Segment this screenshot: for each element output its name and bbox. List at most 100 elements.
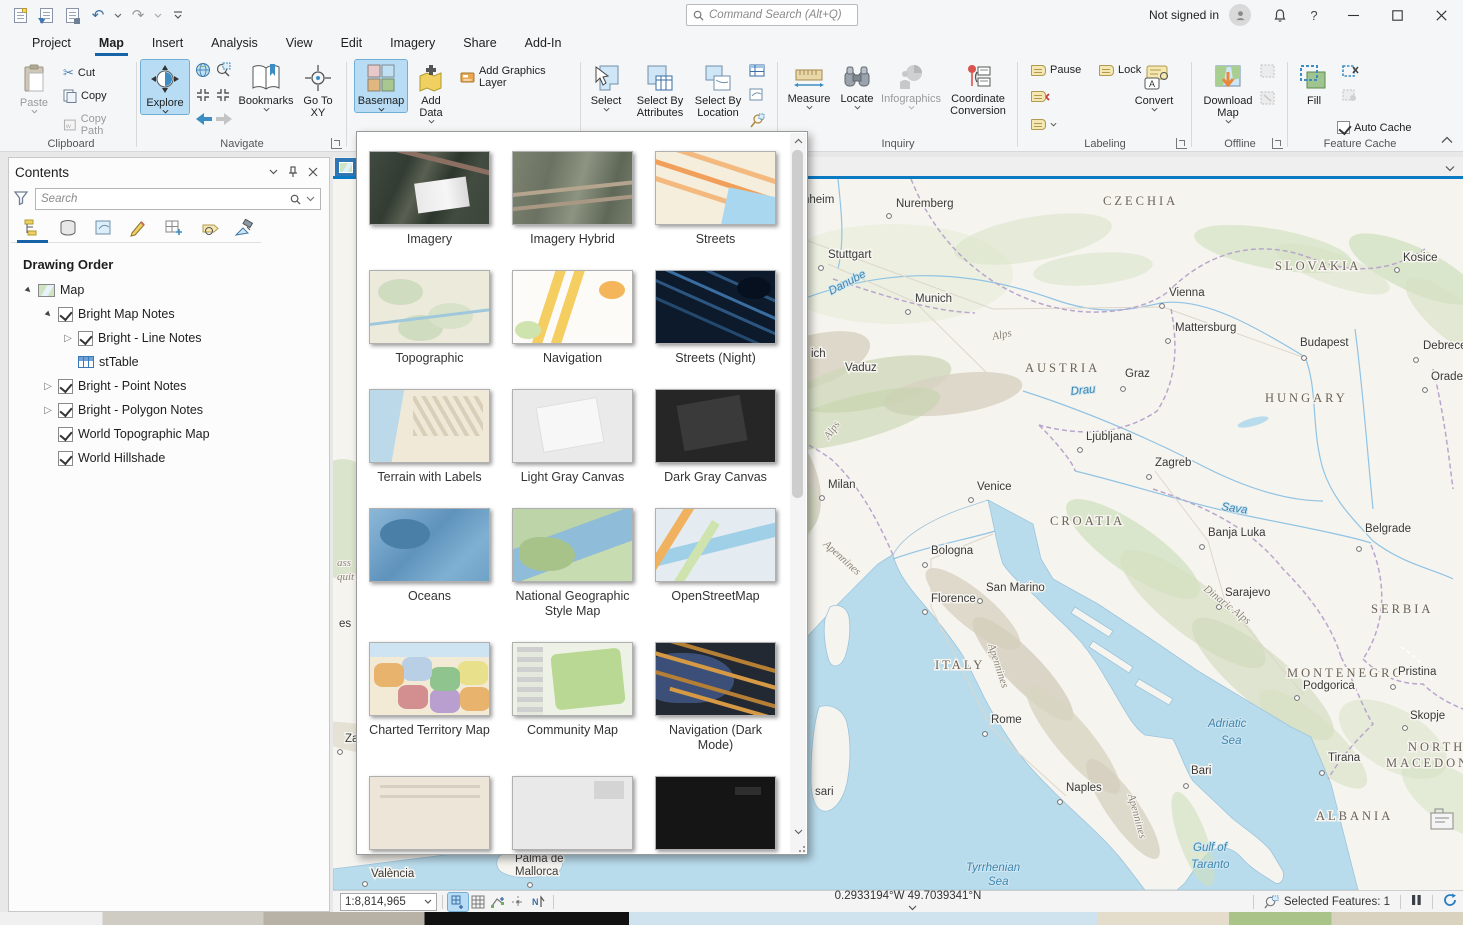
maximize-button[interactable] xyxy=(1375,0,1419,30)
basemap-option-partial-1[interactable] xyxy=(369,776,490,850)
download-map-button[interactable]: Download Map xyxy=(1200,60,1256,124)
layer-visibility-checkbox[interactable] xyxy=(58,403,73,418)
basemap-option-partial-3[interactable] xyxy=(655,776,776,850)
layer-tree-item-world-hillshade[interactable]: World Hillshade xyxy=(23,446,329,470)
tab-list-by-perspective[interactable] xyxy=(234,218,257,242)
basemap-option-oceans[interactable]: Oceans xyxy=(369,508,490,619)
ribbon-tab-view[interactable]: View xyxy=(272,32,327,56)
basemap-option-navigation-dark-mode[interactable]: Navigation (Dark Mode) xyxy=(655,642,776,753)
labeling-dialog-launcher-icon[interactable] xyxy=(1176,138,1187,149)
measure-button[interactable]: Measure xyxy=(784,60,834,110)
customize-qat-icon[interactable] xyxy=(168,5,188,25)
basemap-option-dark-gray-canvas[interactable]: Dark Gray Canvas xyxy=(655,389,776,485)
select-by-attributes-button[interactable]: Select By Attributes xyxy=(631,60,689,119)
fixed-zoom-out-icon[interactable] xyxy=(215,87,235,106)
tab-list-by-drawing-order[interactable] xyxy=(21,218,44,242)
fill-cache-button[interactable]: Fill xyxy=(1294,60,1334,107)
basemap-option-partial-2[interactable] xyxy=(512,776,633,850)
locate-button[interactable]: Locate xyxy=(836,60,878,110)
ribbon-tab-insert[interactable]: Insert xyxy=(138,32,197,56)
ribbon-tab-analysis[interactable]: Analysis xyxy=(197,32,272,56)
offline-dialog-launcher-icon[interactable] xyxy=(1272,138,1283,149)
coordinate-conversion-button[interactable]: Coordinate Conversion xyxy=(944,60,1012,117)
basemap-option-openstreetmap[interactable]: OpenStreetMap xyxy=(655,508,776,619)
edit-vertices-button[interactable] xyxy=(488,893,508,911)
basemap-option-national-geographic-style-map[interactable]: National Geographic Style Map xyxy=(512,508,633,619)
basemap-option-community-map[interactable]: Community Map xyxy=(512,642,633,753)
ribbon-tab-map[interactable]: Map xyxy=(85,32,138,56)
fixed-zoom-in-icon[interactable] xyxy=(195,87,215,106)
zoom-to-selection-icon[interactable] xyxy=(215,62,235,81)
filter-icon[interactable] xyxy=(13,190,31,208)
redo-chevron-icon[interactable] xyxy=(154,11,162,19)
minimize-button[interactable] xyxy=(1331,0,1375,30)
undo-button[interactable]: ↶ xyxy=(88,5,108,25)
previous-extent-icon[interactable] xyxy=(195,112,215,129)
next-extent-icon[interactable] xyxy=(215,112,235,129)
full-extent-globe-icon[interactable] xyxy=(195,62,215,81)
layer-visibility-checkbox[interactable] xyxy=(78,331,93,346)
scroll-down-icon[interactable] xyxy=(790,824,806,839)
pause-labeling-button[interactable]: Pause xyxy=(1028,63,1084,77)
layer-tree-item-bright-line-notes[interactable]: ▷Bright - Line Notes xyxy=(23,326,329,350)
more-labeling-button[interactable] xyxy=(1028,118,1060,131)
tab-list-by-selection[interactable] xyxy=(92,218,115,242)
layer-visibility-checkbox[interactable] xyxy=(58,307,73,322)
pause-drawing-button[interactable] xyxy=(1411,894,1422,909)
selected-features-count[interactable]: Selected Features: 1 xyxy=(1284,896,1390,908)
expander-expanded-icon[interactable]: ▼ xyxy=(21,283,35,297)
pane-menu-chevron-icon[interactable] xyxy=(263,163,283,181)
gallery-resize-grip[interactable] xyxy=(795,842,805,852)
scale-combobox[interactable]: 1:8,814,965 xyxy=(340,893,437,911)
attribute-table-icon[interactable] xyxy=(749,64,765,80)
command-search-input[interactable]: Command Search (Alt+Q) xyxy=(686,4,858,26)
select-by-location-button[interactable]: Select By Location xyxy=(691,60,745,119)
contents-search-input[interactable]: Search xyxy=(35,188,321,210)
copy-button[interactable]: Copy xyxy=(60,88,110,104)
paste-button[interactable]: Paste xyxy=(10,60,58,114)
infographics-button[interactable]: Infographics xyxy=(880,60,942,110)
close-button[interactable] xyxy=(1419,0,1463,30)
north-arrow-button[interactable]: N xyxy=(528,893,548,911)
help-icon[interactable]: ? xyxy=(1297,0,1331,30)
basemap-option-streets-night[interactable]: Streets (Night) xyxy=(655,270,776,366)
basemap-option-light-gray-canvas[interactable]: Light Gray Canvas xyxy=(512,389,633,485)
scrollbar-thumb[interactable] xyxy=(792,150,803,498)
view-tabs-chevron-icon[interactable] xyxy=(1445,161,1455,175)
new-project-icon[interactable] xyxy=(10,5,30,25)
sign-in-status[interactable]: Not signed in xyxy=(1149,8,1219,22)
expander-collapsed-icon[interactable]: ▷ xyxy=(43,381,53,392)
convert-labels-button[interactable]: A Convert xyxy=(1128,60,1180,112)
zoom-to-selected-icon[interactable] xyxy=(749,113,765,131)
notifications-bell-icon[interactable] xyxy=(1263,0,1297,30)
auto-cache-checkbox[interactable]: Auto Cache xyxy=(1334,120,1414,135)
basemap-option-terrain-with-labels[interactable]: Terrain with Labels xyxy=(369,389,490,485)
layer-tree-item-world-topographic-map[interactable]: World Topographic Map xyxy=(23,422,329,446)
coordinates-display[interactable]: 0.2933194°W 49.7039341°N xyxy=(833,890,983,914)
layer-visibility-checkbox[interactable] xyxy=(58,451,73,466)
expander-expanded-icon[interactable]: ▼ xyxy=(41,307,55,321)
layer-tree-item-sttable[interactable]: stTable xyxy=(23,350,329,374)
select-button[interactable]: Select xyxy=(585,60,627,112)
cut-button[interactable]: ✂Cut xyxy=(60,64,98,82)
search-options-chevron-icon[interactable] xyxy=(306,196,315,202)
layer-tree-item-bright-point-notes[interactable]: ▷Bright - Point Notes xyxy=(23,374,329,398)
layer-visibility-checkbox[interactable] xyxy=(58,427,73,442)
layer-visibility-checkbox[interactable] xyxy=(58,379,73,394)
scroll-up-icon[interactable] xyxy=(790,133,806,148)
abort-labeling-button[interactable] xyxy=(1028,90,1053,103)
user-avatar-icon[interactable] xyxy=(1229,4,1251,26)
ribbon-tab-share[interactable]: Share xyxy=(449,32,510,56)
snapping-toggle-button[interactable] xyxy=(508,893,528,911)
map-view-tab[interactable] xyxy=(335,158,357,176)
basemap-option-imagery-hybrid[interactable]: Imagery Hybrid xyxy=(512,151,633,247)
redo-button[interactable]: ↷ xyxy=(128,5,148,25)
basemap-option-streets[interactable]: Streets xyxy=(655,151,776,247)
bookmarks-button[interactable]: Bookmarks xyxy=(239,60,293,112)
navigate-dialog-launcher-icon[interactable] xyxy=(331,138,342,149)
grid-add-button[interactable] xyxy=(448,893,468,911)
pane-close-icon[interactable] xyxy=(303,163,323,181)
clear-selection-icon[interactable] xyxy=(749,88,765,105)
refresh-button[interactable] xyxy=(1443,893,1457,910)
go-to-xy-button[interactable]: Go To XY xyxy=(295,60,341,119)
